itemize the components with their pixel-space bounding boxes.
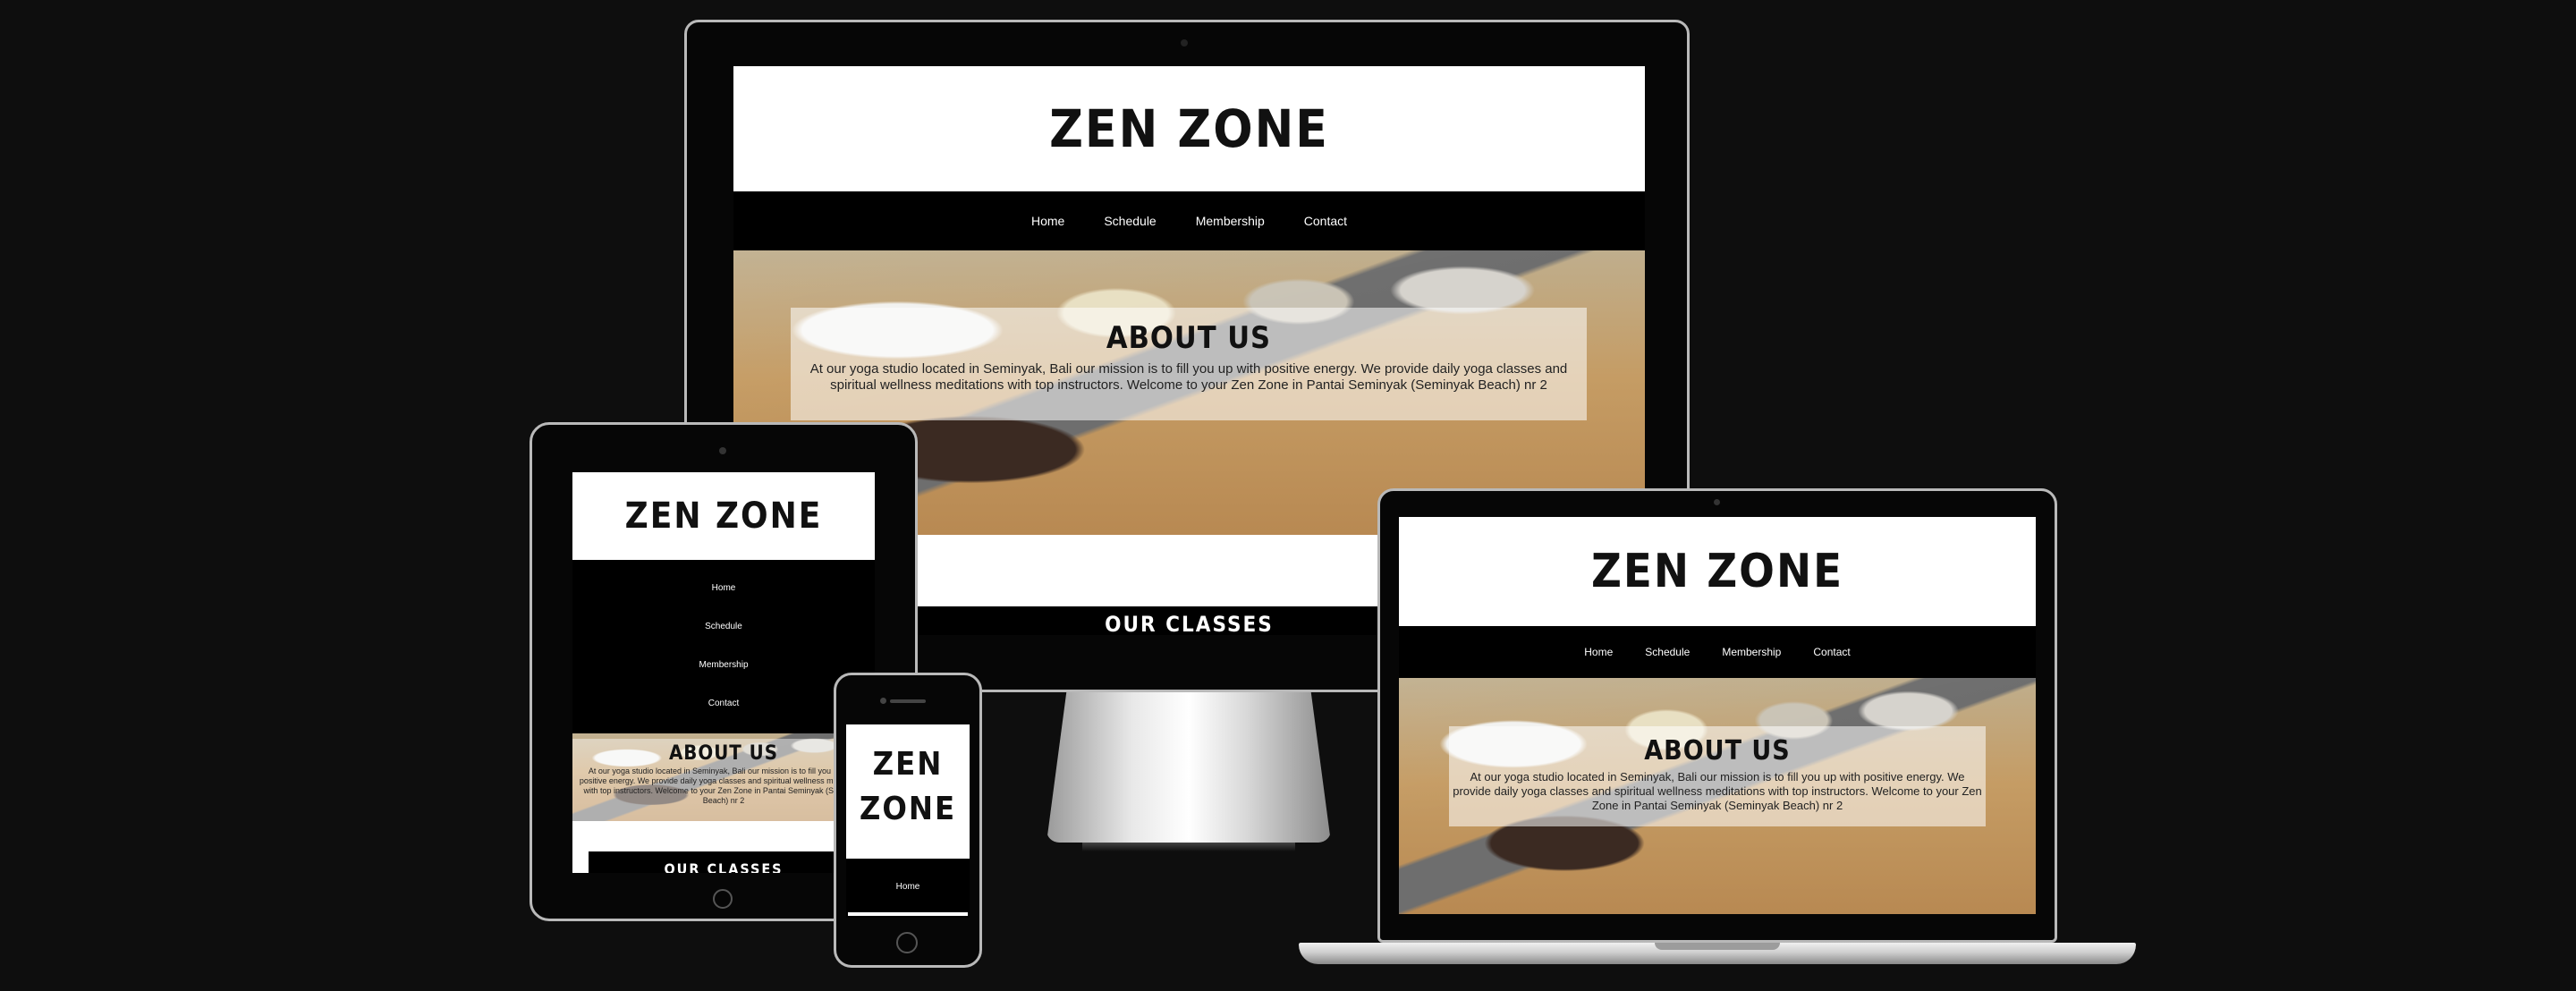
desktop-nav-home[interactable]: Home <box>1031 214 1064 228</box>
laptop-device: ZEN ZONE Home Schedule Membership Contac… <box>1377 488 2057 971</box>
desktop-nav-contact[interactable]: Contact <box>1304 214 1347 228</box>
tablet-about-box: ABOUT US At our yoga studio located in S… <box>572 739 875 821</box>
tablet-home-button[interactable] <box>713 889 733 909</box>
laptop-nav: Home Schedule Membership Contact <box>1399 626 2036 678</box>
phone-brand-line1[interactable]: ZEN <box>846 742 970 787</box>
tablet-brand[interactable]: ZEN ZONE <box>625 496 823 537</box>
desktop-brand[interactable]: ZEN ZONE <box>1049 98 1329 159</box>
laptop-about-title: ABOUT US <box>1644 735 1791 767</box>
phone-device: ZEN ZONE Home <box>834 673 982 968</box>
desktop-about-title: ABOUT US <box>1106 320 1272 356</box>
tablet-classes-band: OUR CLASSES <box>589 851 859 873</box>
desktop-nav-schedule[interactable]: Schedule <box>1104 214 1156 228</box>
laptop-nav-home[interactable]: Home <box>1584 646 1613 658</box>
tablet-about-text: At our yoga studio located in Seminyak, … <box>579 767 869 805</box>
phone-nav: Home <box>846 859 970 918</box>
phone-screen-edge <box>848 912 968 916</box>
laptop-about-box: ABOUT US At our yoga studio located in S… <box>1449 726 1986 826</box>
phone-home-button[interactable] <box>896 932 918 953</box>
tablet-nav-home[interactable]: Home <box>572 583 875 593</box>
phone-header: ZEN ZONE <box>846 724 970 859</box>
tablet-nav: Home Schedule Membership Contact <box>572 560 875 737</box>
laptop-camera-icon <box>1714 499 1720 505</box>
laptop-hero-image: ABOUT US At our yoga studio located in S… <box>1399 678 2036 914</box>
phone-brand-line2[interactable]: ZONE <box>846 787 970 832</box>
desktop-header: ZEN ZONE <box>733 66 1645 191</box>
laptop-nav-membership[interactable]: Membership <box>1722 646 1781 658</box>
laptop-header: ZEN ZONE <box>1399 517 2036 626</box>
desktop-nav: Home Schedule Membership Contact <box>733 191 1645 250</box>
desktop-stand <box>1046 692 1331 843</box>
laptop-nav-schedule[interactable]: Schedule <box>1645 646 1690 658</box>
laptop-about-text: At our yoga studio located in Seminyak, … <box>1453 770 1982 812</box>
phone-camera-icon <box>880 698 886 704</box>
tablet-screen: ZEN ZONE Home Schedule Membership Contac… <box>572 472 875 873</box>
laptop-screen: ZEN ZONE Home Schedule Membership Contac… <box>1399 517 2036 914</box>
tablet-camera-icon <box>719 447 726 454</box>
tablet-nav-schedule[interactable]: Schedule <box>572 622 875 631</box>
tablet-header: ZEN ZONE <box>572 472 875 560</box>
desktop-stand-shadow <box>1082 843 1295 851</box>
phone-speaker-icon <box>890 699 926 703</box>
desktop-camera-icon <box>1181 39 1188 47</box>
desktop-about-text: At our yoga studio located in Seminyak, … <box>809 361 1568 393</box>
laptop-notch <box>1655 943 1780 950</box>
desktop-classes-title: OUR CLASSES <box>1105 612 1274 635</box>
tablet-classes-title: OUR CLASSES <box>664 860 784 873</box>
tablet-nav-membership[interactable]: Membership <box>572 660 875 670</box>
tablet-nav-contact[interactable]: Contact <box>572 699 875 708</box>
laptop-nav-contact[interactable]: Contact <box>1813 646 1850 658</box>
desktop-about-box: ABOUT US At our yoga studio located in S… <box>791 308 1587 420</box>
phone-nav-home[interactable]: Home <box>846 882 970 892</box>
tablet-hero-image: ABOUT US At our yoga studio located in S… <box>572 733 875 821</box>
phone-screen: ZEN ZONE Home <box>846 724 970 918</box>
laptop-brand[interactable]: ZEN ZONE <box>1591 545 1843 598</box>
desktop-nav-membership[interactable]: Membership <box>1196 214 1265 228</box>
tablet-about-title: ABOUT US <box>668 742 778 765</box>
